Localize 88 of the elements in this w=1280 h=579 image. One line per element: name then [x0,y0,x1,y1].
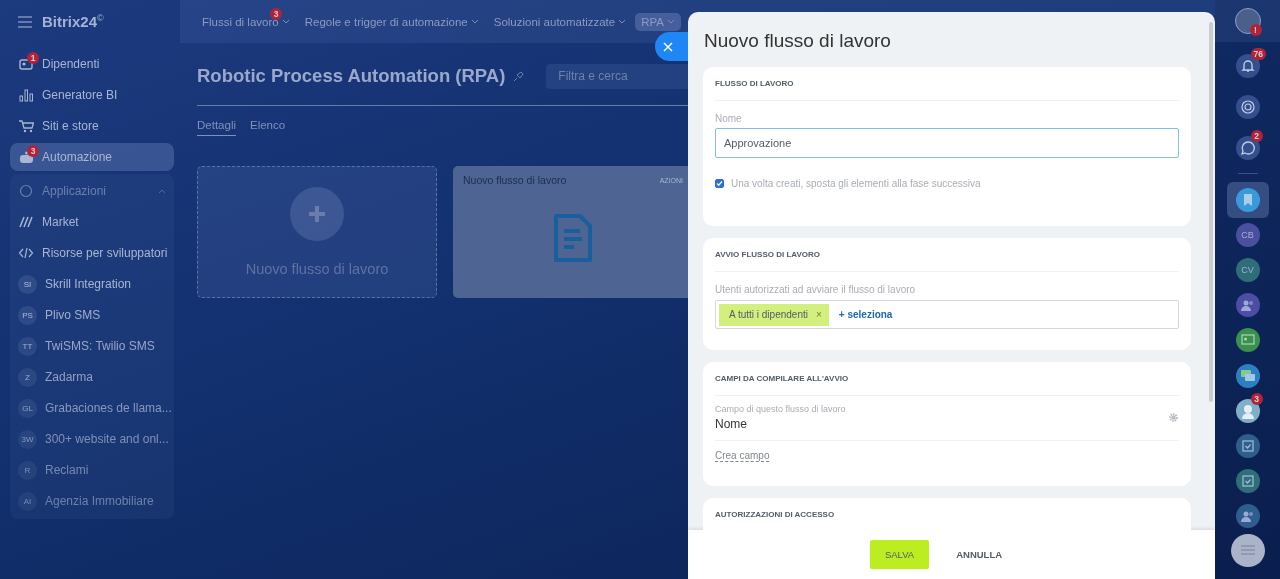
name-input[interactable]: Approvazione [715,128,1179,158]
chart-icon [18,87,34,103]
tag-label: A tutti i dipendenti [729,309,808,320]
section-title: CAMPI DA COMPILARE ALL'AVVIO [715,362,1179,396]
chevron-icon [158,188,166,194]
sidebar-item[interactable]: PS Plivo SMS [10,301,174,329]
users-selector[interactable]: A tutti i dipendenti × + seleziona [715,300,1179,329]
sidebar-item[interactable]: 3 Automazione [10,143,174,171]
rail-button[interactable]: 76 [1226,47,1269,84]
cart-icon [18,118,34,134]
code-icon [18,245,34,261]
close-button[interactable] [655,32,688,61]
sidebar-item[interactable]: Siti e store [10,112,174,140]
group-label: Applicazioni [42,184,107,198]
initials-icon: GL [18,398,37,418]
bookmark-icon [1242,193,1253,206]
sidebar-item[interactable]: AI Agenzia Immobiliare [10,487,174,515]
market-icon [18,214,34,230]
task-icon [1241,439,1254,452]
chat-bubbles-icon [1240,369,1255,382]
initials-icon: PS [18,305,37,325]
spiral-icon [1239,98,1256,115]
initials-text: CV [1241,265,1254,276]
tab[interactable]: Dettagli [197,119,236,136]
initials-icon: 3W [18,429,37,449]
pin-icon[interactable] [513,70,525,82]
rail-button[interactable]: CB [1226,217,1269,253]
checkbox[interactable] [715,179,724,188]
nav-tab[interactable]: Soluzioni automatizzate [487,12,633,31]
nav-tab[interactable]: RPA [635,12,681,31]
field-name: Nome [715,417,748,431]
remove-tag-button[interactable]: × [815,309,822,320]
create-field-link[interactable]: Crea campo [715,450,770,462]
rail-button[interactable] [1226,182,1269,218]
bell-icon [1239,57,1256,74]
sidebar-item[interactable]: TT TwiSMS: Twilio SMS [10,332,174,360]
field-label: Utenti autorizzati ad avviare il flusso di lavoro [715,284,917,295]
rail-button[interactable]: 2 [1226,130,1269,166]
group-header[interactable]: Applicazioni [10,177,174,205]
logo[interactable]: Bitrix24$^{©}$ [42,13,104,30]
plus-icon [290,187,344,241]
sidebar-item[interactable]: Risorse per sviluppatori [10,239,174,267]
nav-tab[interactable]: Regole e trigger di automazione [298,12,485,31]
apps-icon [18,183,34,199]
cancel-button[interactable]: ANNULLA [941,540,1018,569]
add-card-label: Nuovo flusso di lavoro [245,261,389,277]
initials-icon: Z [18,367,37,387]
chevron-icon [470,18,479,25]
sidebar-item[interactable]: 1 Dipendenti [10,50,174,78]
select-link[interactable]: + seleziona [838,309,893,320]
sidebar-item[interactable]: 3W 300+ website and onl... [10,425,174,453]
group-icon [1240,299,1255,312]
chat-icon [1239,139,1256,156]
initials-icon: AI [18,491,37,511]
page-title: Robotic Process Automation (RPA) [197,65,506,87]
sidebar-item[interactable]: Generatore BI [10,81,174,109]
document-icon [553,213,593,263]
section-title: FLUSSO DI LAVORO [715,67,1179,101]
panel-title: Nuovo flusso di lavoro [703,29,892,53]
contact-card-icon [1240,334,1255,347]
close-icon [663,41,673,52]
initials-text: CB [1241,230,1254,241]
rail-button[interactable]: CV [1226,252,1269,288]
chevron-icon [667,18,675,25]
initials-icon: SI [18,274,37,294]
menu-button[interactable] [1230,533,1265,567]
tab[interactable]: Elenco [250,119,286,136]
field-caption: Campo di questo flusso di lavoro [715,404,846,414]
sidebar-item[interactable]: Z Zadarma [10,363,174,391]
sidebar-item[interactable]: GL Grabaciones de llama... [10,394,174,422]
menu-icon[interactable] [18,15,32,28]
sidebar-item[interactable]: Market [10,208,174,236]
field-label: Nome [715,113,743,124]
initials-icon: TT [18,336,37,356]
sidebar-item[interactable]: R Reclami [10,456,174,484]
chevron-icon [281,18,290,25]
initials-icon: R [18,460,37,480]
group-icon [1240,510,1255,523]
chevron-icon [618,18,627,25]
profile-avatar[interactable]: ! [1234,8,1261,34]
card-title: Nuovo flusso di lavoro [463,174,567,186]
rail-button[interactable]: 3 [1226,393,1269,429]
save-button[interactable]: SALVA [869,540,930,569]
sidebar-item[interactable]: SI Skrill Integration [10,270,174,298]
task-icon [1241,475,1254,488]
list-icon [1240,545,1255,556]
section-title: AVVIO FLUSSO DI LAVORO [715,238,1179,272]
checkbox-label: Una volta creati, sposta gli elementi alla fase successiva [731,178,981,189]
